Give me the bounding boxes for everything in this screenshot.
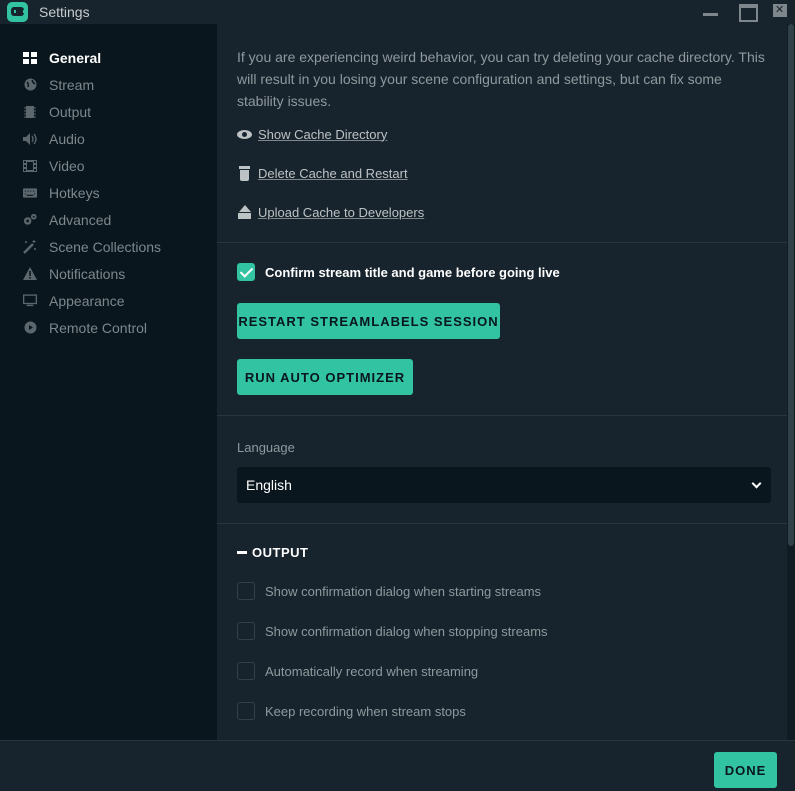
sidebar-item-scene-collections[interactable]: Scene Collections (0, 233, 217, 260)
sidebar-item-audio[interactable]: Audio (0, 125, 217, 152)
close-icon[interactable] (769, 0, 793, 24)
sidebar-item-notifications[interactable]: Notifications (0, 260, 217, 287)
sidebar-item-label: Advanced (49, 211, 112, 228)
wand-icon (23, 239, 37, 254)
auto-record-label: Automatically record when streaming (265, 664, 479, 679)
sidebar-item-label: Video (49, 157, 85, 174)
confirm-stream-title-label: Confirm stream title and game before goi… (265, 265, 560, 280)
keyboard-icon (23, 186, 37, 200)
sidebar-item-video[interactable]: Video (0, 152, 217, 179)
trash-icon (237, 166, 253, 181)
language-select[interactable]: English (237, 467, 771, 503)
cache-description: If you are experiencing weird behavior, … (237, 49, 765, 109)
title-bar: Settings (0, 0, 795, 24)
sidebar-item-label: Appearance (49, 292, 125, 309)
streamlabs-logo-icon (7, 2, 28, 22)
sidebar-item-label: Output (49, 103, 92, 120)
run-auto-optimizer-button[interactable]: RUN AUTO OPTIMIZER (237, 359, 413, 395)
warning-icon (23, 267, 37, 281)
settings-sidebar: General Stream Output Audio Video Hotkey… (0, 24, 217, 740)
grid-icon (23, 51, 37, 65)
minimize-icon[interactable] (699, 0, 723, 24)
film-icon (23, 159, 37, 173)
sidebar-item-label: Audio (49, 130, 85, 147)
speaker-icon (23, 132, 37, 146)
output-section-toggle[interactable]: OUTPUT (237, 544, 308, 560)
scrollbar-thumb[interactable] (788, 24, 794, 546)
sidebar-item-label: Hotkeys (49, 184, 100, 201)
globe-icon (23, 78, 37, 92)
chip-icon (23, 105, 37, 119)
confirm-stop-stream-label: Show confirmation dialog when stopping s… (265, 624, 548, 639)
footer: DONE (0, 740, 795, 791)
scrollbar[interactable] (787, 24, 795, 740)
sidebar-item-general[interactable]: General (0, 44, 217, 71)
play-circle-icon (23, 321, 37, 335)
sidebar-item-output[interactable]: Output (0, 98, 217, 125)
confirm-start-stream-checkbox[interactable] (237, 582, 255, 600)
restart-streamlabels-button[interactable]: RESTART STREAMLABELS SESSION (237, 303, 500, 339)
sidebar-item-label: Scene Collections (49, 238, 162, 255)
sidebar-item-appearance[interactable]: Appearance (0, 287, 217, 314)
done-button[interactable]: DONE (714, 752, 777, 788)
language-label: Language (237, 440, 295, 455)
confirm-stream-title-checkbox[interactable] (237, 263, 255, 281)
language-select-value: English (246, 477, 292, 493)
sidebar-item-label: Remote Control (49, 319, 148, 336)
divider (217, 523, 787, 524)
gears-icon (23, 213, 37, 227)
keep-recording-checkbox[interactable] (237, 702, 255, 720)
sidebar-item-label: General (49, 49, 102, 66)
minus-icon (237, 550, 247, 554)
monitor-icon (23, 294, 37, 308)
confirm-start-stream-label: Show confirmation dialog when starting s… (265, 584, 542, 599)
window-title: Settings (39, 4, 90, 20)
keep-recording-label: Keep recording when stream stops (265, 704, 466, 719)
auto-record-checkbox[interactable] (237, 662, 255, 680)
maximize-icon[interactable] (735, 0, 759, 24)
sidebar-item-label: Notifications (49, 265, 126, 282)
sidebar-item-hotkeys[interactable]: Hotkeys (0, 179, 217, 206)
delete-cache-link[interactable]: Delete Cache and Restart (237, 163, 408, 183)
divider (217, 242, 787, 243)
output-section-heading: OUTPUT (252, 544, 309, 560)
confirm-stop-stream-checkbox[interactable] (237, 622, 255, 640)
sidebar-item-stream[interactable]: Stream (0, 71, 217, 98)
show-cache-directory-link[interactable]: Show Cache Directory (237, 124, 387, 144)
sidebar-item-remote-control[interactable]: Remote Control (0, 314, 217, 341)
settings-main-panel: If you are experiencing weird behavior, … (217, 24, 787, 740)
sidebar-item-advanced[interactable]: Advanced (0, 206, 217, 233)
upload-cache-link[interactable]: Upload Cache to Developers (237, 202, 424, 222)
chevron-down-icon (751, 478, 762, 489)
divider (217, 415, 787, 416)
upload-icon (237, 205, 253, 219)
eye-icon (237, 127, 253, 141)
sidebar-item-label: Stream (49, 76, 95, 93)
